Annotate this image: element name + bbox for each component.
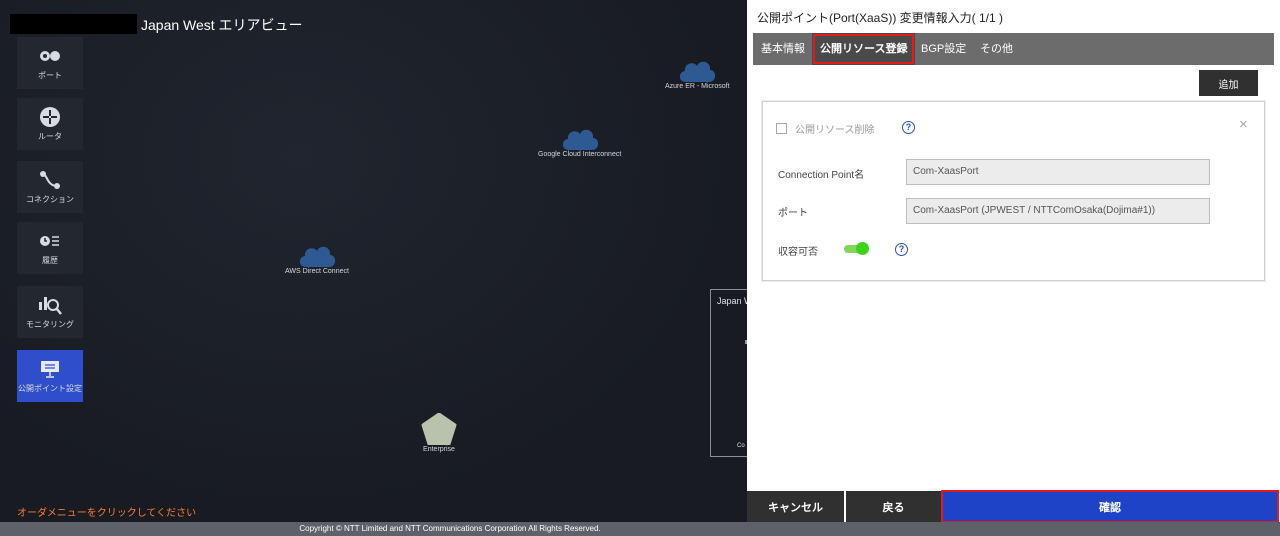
connection-icon bbox=[38, 169, 62, 191]
help-icon[interactable]: ? bbox=[895, 243, 908, 256]
dialog-title: 公開ポイント(Port(XaaS)) 変更情報入力( 1/1 ) bbox=[757, 11, 1004, 25]
sidebar-item-monitoring[interactable]: モニタリング bbox=[17, 286, 83, 338]
capacity-toggle[interactable] bbox=[844, 242, 869, 255]
cloud-icon bbox=[680, 61, 716, 82]
cloud-azure[interactable]: Azure ER - Microsoft bbox=[665, 58, 730, 90]
connection-point-field[interactable]: Com-XaasPort bbox=[906, 159, 1210, 185]
cloud-aws[interactable]: AWS Direct Connect bbox=[285, 243, 349, 275]
help-icon[interactable]: ? bbox=[902, 121, 915, 134]
area-map: Japan West エリアビュー ポート ルータ コネクション 履歴 モニタリ… bbox=[0, 0, 747, 522]
sidebar-item-router[interactable]: ルータ bbox=[17, 98, 83, 150]
public-point-icon bbox=[38, 358, 62, 380]
capacity-label: 収容可否 bbox=[778, 247, 818, 258]
area-box-caption: Co bbox=[737, 443, 745, 449]
close-icon[interactable]: × bbox=[1239, 116, 1248, 133]
port-icon bbox=[38, 45, 62, 67]
delete-checkbox[interactable] bbox=[776, 123, 787, 134]
tab-bar: 基本情報 公開リソース登録 BGP設定 その他 bbox=[753, 33, 1274, 65]
cloud-icon bbox=[299, 246, 336, 267]
history-icon bbox=[38, 230, 62, 252]
delete-checkbox-label: 公開リソース削除 bbox=[795, 125, 875, 136]
cancel-button[interactable]: キャンセル bbox=[747, 491, 844, 522]
cloud-label: Google Cloud Interconnect bbox=[538, 151, 622, 158]
enterprise-node[interactable]: Enterprise bbox=[421, 413, 457, 453]
sidebar-item-connection[interactable]: コネクション bbox=[17, 161, 83, 213]
sidebar-item-label: ルータ bbox=[38, 132, 62, 141]
tab-bgp-settings[interactable]: BGP設定 bbox=[921, 33, 966, 65]
delete-row: 公開リソース削除 bbox=[776, 121, 875, 136]
back-button[interactable]: 戻る bbox=[846, 491, 941, 522]
order-hint: オーダメニューをクリックしてください bbox=[17, 508, 197, 519]
sidebar-item-label: コネクション bbox=[26, 195, 74, 204]
cloud-label: Azure ER - Microsoft bbox=[665, 83, 730, 90]
add-button[interactable]: 追加 bbox=[1199, 70, 1258, 96]
sidebar-item-port[interactable]: ポート bbox=[17, 37, 83, 89]
port-field[interactable]: Com-XaasPort (JPWEST / NTTComOsaka(Dojim… bbox=[906, 198, 1210, 224]
sidebar-item-label: 公開ポイント設定 bbox=[18, 384, 82, 393]
resource-card: 公開リソース削除 ? × Connection Point名 Com-XaasP… bbox=[762, 101, 1265, 281]
map-title: Japan West エリアビュー bbox=[141, 17, 303, 33]
sidebar-item-public-point[interactable]: 公開ポイント設定 bbox=[17, 350, 83, 402]
area-box-title: Japan W bbox=[717, 296, 747, 306]
router-icon bbox=[38, 106, 62, 128]
toggle-knob bbox=[856, 242, 869, 255]
sidebar-item-label: ポート bbox=[38, 71, 62, 80]
cloud-google[interactable]: Google Cloud Interconnect bbox=[538, 126, 621, 158]
tab-basic-info[interactable]: 基本情報 bbox=[761, 33, 805, 65]
sidebar-item-label: モニタリング bbox=[26, 320, 74, 329]
cloud-label: AWS Direct Connect bbox=[285, 268, 349, 275]
copyright-footer: Copyright © NTT Limited and NTT Communic… bbox=[0, 522, 1280, 536]
tab-other[interactable]: その他 bbox=[980, 33, 1013, 65]
monitoring-icon bbox=[38, 294, 62, 316]
sidebar-item-history[interactable]: 履歴 bbox=[17, 222, 83, 274]
edit-dialog: 公開ポイント(Port(XaaS)) 変更情報入力( 1/1 ) 基本情報 公開… bbox=[747, 0, 1280, 523]
enterprise-label: Enterprise bbox=[423, 446, 455, 453]
confirm-button[interactable]: 確認 bbox=[941, 490, 1279, 523]
area-box[interactable]: Japan W Co bbox=[710, 289, 747, 457]
redacted-label bbox=[10, 14, 137, 34]
sidebar-item-label: 履歴 bbox=[42, 256, 58, 265]
pentagon-icon bbox=[421, 413, 457, 445]
port-label: ポート bbox=[778, 208, 808, 219]
tab-public-resource[interactable]: 公開リソース登録 bbox=[812, 33, 916, 65]
cloud-icon bbox=[562, 129, 598, 150]
connection-point-label: Connection Point名 bbox=[778, 170, 865, 181]
